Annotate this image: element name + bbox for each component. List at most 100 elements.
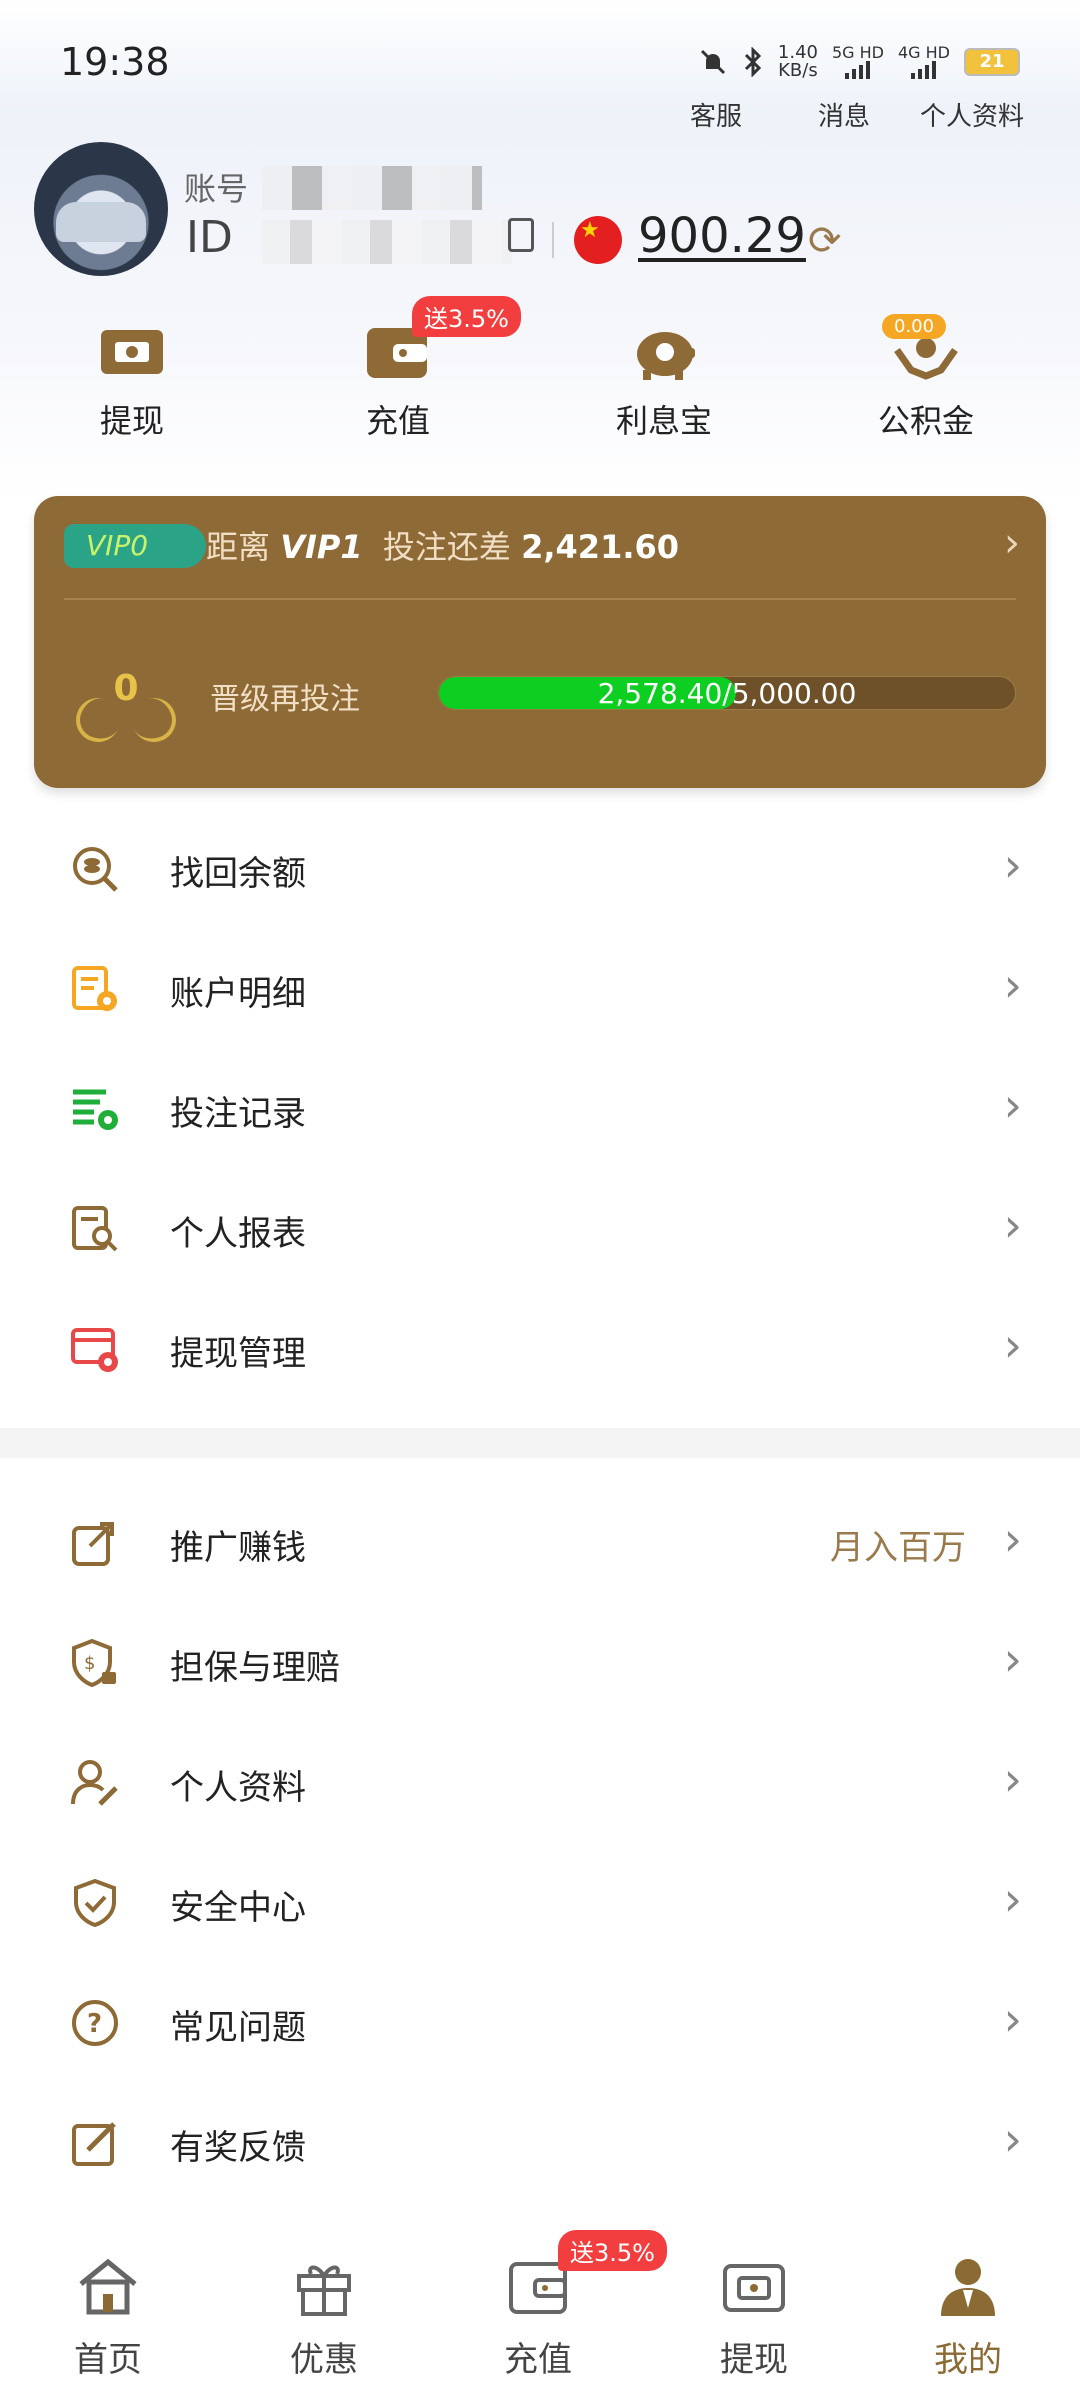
service-link[interactable]: 客服 bbox=[690, 96, 742, 133]
svg-text:$: $ bbox=[84, 1653, 95, 1674]
menu-item-faq[interactable]: ? 常见问题 › bbox=[0, 1960, 1080, 2080]
menu-item-security[interactable]: 安全中心 › bbox=[0, 1840, 1080, 1960]
svg-text:?: ? bbox=[87, 2009, 102, 2039]
profile-link[interactable]: 个人资料 bbox=[920, 96, 1024, 133]
chevron-right-icon: › bbox=[1004, 520, 1020, 566]
quick-action-fund[interactable]: 0.00 公积金 bbox=[846, 314, 1006, 442]
copy-icon[interactable] bbox=[508, 218, 534, 252]
tab-mine[interactable]: 我的 bbox=[888, 2256, 1048, 2381]
ticket-icon bbox=[97, 320, 167, 382]
menu-item-label: 找回余额 bbox=[170, 854, 306, 894]
section-divider bbox=[0, 1428, 1080, 1458]
vip-progress-bar: 2,578.40/5,000.00 bbox=[438, 676, 1016, 710]
shield-dollar-icon: $ bbox=[72, 1638, 116, 1688]
tab-promotions[interactable]: 优惠 bbox=[244, 2256, 404, 2381]
withdraw-settings-icon bbox=[71, 1328, 118, 1372]
menu-item-label: 推广赚钱 bbox=[170, 1528, 306, 1568]
shield-check-icon bbox=[74, 1878, 116, 1928]
menu-item-account-detail[interactable]: 账户明细 › bbox=[0, 926, 1080, 1046]
account-label: 账号 bbox=[184, 170, 249, 208]
gift-icon bbox=[291, 2256, 357, 2318]
vip-gap-amount: 2,421.60 bbox=[521, 528, 680, 566]
piggy-bank-icon bbox=[629, 320, 699, 382]
question-icon: ? bbox=[72, 2000, 118, 2046]
vip-progress-text: 2,578.40/5,000.00 bbox=[597, 677, 857, 710]
menu-item-withdraw-management[interactable]: 提现管理 › bbox=[0, 1286, 1080, 1406]
mute-bell-icon bbox=[700, 49, 725, 75]
signal-5g-icon: 5G HD bbox=[832, 45, 884, 79]
chevron-right-icon: › bbox=[1003, 958, 1022, 1012]
vip-level-number: 0 bbox=[113, 668, 139, 709]
chevron-right-icon: › bbox=[1003, 1632, 1022, 1686]
chevron-right-icon: › bbox=[1003, 1872, 1022, 1926]
tab-label: 充值 bbox=[504, 2340, 572, 2380]
divider bbox=[552, 222, 554, 258]
quick-action-withdraw[interactable]: 提现 bbox=[52, 320, 212, 442]
menu-item-label: 投注记录 bbox=[170, 1094, 306, 1134]
menu-item-guarantee[interactable]: $ 担保与理赔 › bbox=[0, 1600, 1080, 1720]
tab-deposit[interactable]: 送3.5% 充值 bbox=[458, 2230, 667, 2381]
menu-item-recover-balance[interactable]: 找回余额 › bbox=[0, 806, 1080, 926]
menu-item-profile[interactable]: 个人资料 › bbox=[0, 1720, 1080, 1840]
status-bar: 19:38 1.40 KB/s 5G HD 4G HD 21 bbox=[0, 0, 1080, 100]
quick-action-interest[interactable]: 利息宝 bbox=[584, 320, 744, 442]
person-icon bbox=[935, 2256, 1001, 2318]
bonus-badge: 送3.5% bbox=[412, 296, 521, 337]
avatar[interactable] bbox=[34, 142, 168, 276]
chevron-right-icon: › bbox=[1003, 1198, 1022, 1252]
status-icons: 1.40 KB/s 5G HD 4G HD 21 bbox=[698, 44, 1020, 80]
account-redacted bbox=[262, 166, 482, 210]
share-icon bbox=[72, 1522, 114, 1566]
menu-item-promote[interactable]: 推广赚钱 月入百万 › bbox=[0, 1480, 1080, 1600]
tab-label: 优惠 bbox=[290, 2340, 358, 2380]
menu-item-label: 有奖反馈 bbox=[170, 2128, 306, 2168]
signal-4g-icon: 4G HD bbox=[898, 45, 950, 79]
menu-item-bet-record[interactable]: 投注记录 › bbox=[0, 1046, 1080, 1166]
bet-record-icon bbox=[73, 1089, 118, 1130]
vip-card[interactable]: VIP0 距离 VIP1 投注还差 2,421.60 › 0 晋级再投注 2,5… bbox=[34, 496, 1046, 788]
top-links: 客服 消息 个人资料 bbox=[0, 96, 1080, 136]
menu-group-2: 推广赚钱 月入百万 › $ 担保与理赔 › 个人资料 › 安全中心 › ? 常见… bbox=[0, 1480, 1080, 2200]
coin-search-icon bbox=[73, 847, 118, 892]
menu-item-feedback[interactable]: 有奖反馈 › bbox=[0, 2080, 1080, 2200]
menu-item-personal-report[interactable]: 个人报表 › bbox=[0, 1166, 1080, 1286]
quick-action-deposit[interactable]: 送3.5% 充值 bbox=[318, 296, 521, 442]
chevron-right-icon: › bbox=[1003, 2112, 1022, 2166]
vip-distance-text: 距离 VIP1 投注还差 2,421.60 bbox=[206, 528, 680, 566]
menu-item-label: 账户明细 bbox=[170, 974, 306, 1014]
id-label: ID bbox=[186, 212, 233, 263]
quick-action-label: 提现 bbox=[99, 402, 164, 440]
user-edit-icon bbox=[71, 1760, 118, 1806]
account-detail-icon bbox=[72, 966, 117, 1011]
tab-label: 首页 bbox=[74, 2340, 142, 2380]
menu-item-label: 常见问题 bbox=[170, 2008, 306, 2048]
tab-label: 提现 bbox=[720, 2340, 788, 2380]
tab-withdraw[interactable]: 提现 bbox=[674, 2256, 834, 2381]
edit-icon bbox=[72, 2122, 116, 2166]
messages-link[interactable]: 消息 bbox=[818, 96, 870, 133]
china-flag-icon bbox=[574, 216, 622, 264]
chevron-right-icon: › bbox=[1003, 1752, 1022, 1806]
fund-amount-badge: 0.00 bbox=[882, 314, 947, 339]
quick-action-label: 充值 bbox=[365, 402, 430, 440]
chevron-right-icon: › bbox=[1003, 1512, 1022, 1566]
menu-group-1: 找回余额 › 账户明细 › 投注记录 › 个人报表 › 提现管理 › bbox=[0, 806, 1080, 1406]
quick-action-label: 公积金 bbox=[877, 402, 974, 440]
menu-item-label: 个人资料 bbox=[170, 1768, 306, 1808]
refresh-icon[interactable]: ⟳ bbox=[808, 218, 842, 264]
laurel-icon: 0 bbox=[69, 662, 183, 749]
home-icon bbox=[75, 2256, 141, 2318]
chevron-right-icon: › bbox=[1003, 1318, 1022, 1372]
tab-home[interactable]: 首页 bbox=[28, 2256, 188, 2381]
tab-label: 我的 bbox=[934, 2340, 1002, 2380]
promote-tagline: 月入百万 bbox=[830, 1528, 966, 1568]
chevron-right-icon: › bbox=[1003, 838, 1022, 892]
menu-item-label: 提现管理 bbox=[170, 1334, 306, 1374]
menu-item-label: 个人报表 bbox=[170, 1214, 306, 1254]
balance-amount[interactable]: 900.29 bbox=[638, 208, 806, 264]
menu-item-label: 安全中心 bbox=[170, 1888, 306, 1928]
vip-next-level: VIP1 bbox=[280, 528, 363, 566]
quick-action-label: 利息宝 bbox=[615, 402, 712, 440]
vip-upgrade-label: 晋级再投注 bbox=[210, 682, 360, 717]
bottom-tab-bar: 首页 优惠 送3.5% 充值 提现 我的 bbox=[0, 2230, 1080, 2400]
